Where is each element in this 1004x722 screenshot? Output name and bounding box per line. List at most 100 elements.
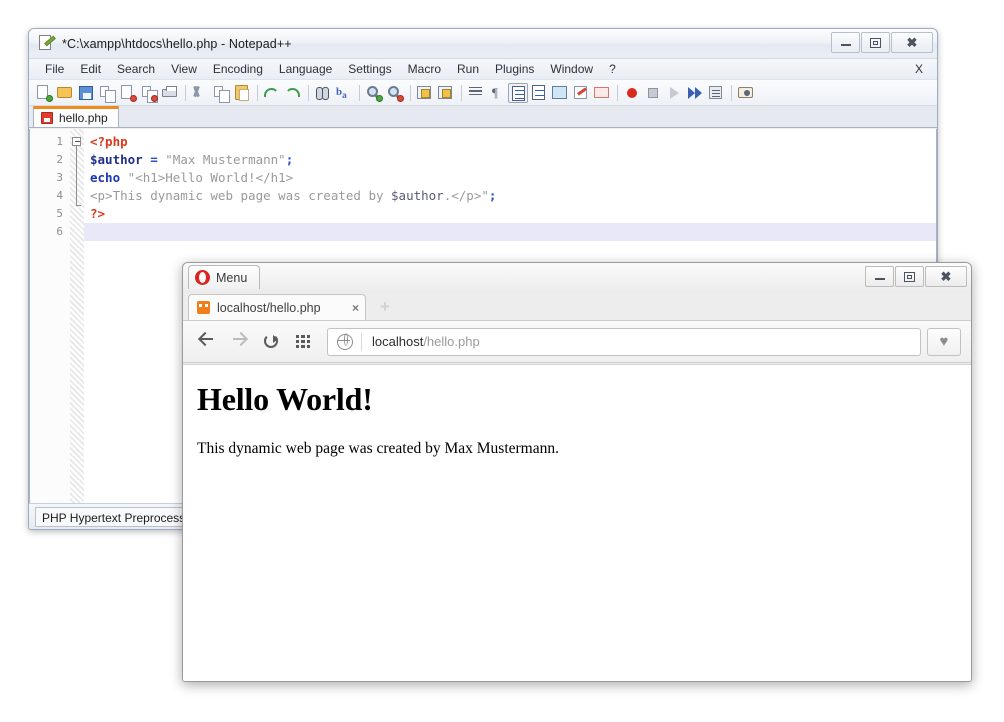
close-button[interactable]: ✖: [925, 266, 967, 287]
page-paragraph: This dynamic web page was created by Max…: [197, 440, 971, 458]
code-token: "<h1>Hello World!</h1>: [128, 170, 294, 185]
show-document-map-icon[interactable]: [550, 83, 570, 103]
cut-icon[interactable]: [190, 83, 210, 103]
forward-button[interactable]: [225, 328, 253, 356]
line-number: 5: [30, 205, 63, 223]
back-button[interactable]: [193, 328, 221, 356]
zoom-in-icon[interactable]: [364, 83, 384, 103]
code-token: ;: [489, 188, 497, 203]
toolbar-separator: [308, 85, 309, 101]
find-icon[interactable]: [313, 83, 333, 103]
menu-item-view[interactable]: View: [163, 60, 205, 79]
print-icon[interactable]: [160, 83, 180, 103]
address-host: localhost: [372, 334, 423, 349]
show-all-characters-icon[interactable]: ¶: [487, 83, 507, 103]
code-line[interactable]: $author = "Max Mustermann";: [84, 151, 936, 169]
paste-icon[interactable]: [232, 83, 252, 103]
zoom-out-icon[interactable]: [385, 83, 405, 103]
reload-icon: [264, 334, 278, 348]
line-number: 2: [30, 151, 63, 169]
save-icon[interactable]: [76, 83, 96, 103]
word-wrap-icon[interactable]: [466, 83, 486, 103]
close-button[interactable]: ✖: [891, 32, 933, 53]
record-macro-icon[interactable]: [622, 83, 642, 103]
menu-item-macro[interactable]: Macro: [400, 60, 449, 79]
notepad-titlebar[interactable]: *C:\xampp\htdocs\hello.php - Notepad++ ✖: [29, 29, 937, 59]
menu-item-encoding[interactable]: Encoding: [205, 60, 271, 79]
speed-dial-button[interactable]: [289, 328, 317, 356]
redo-icon[interactable]: [283, 83, 303, 103]
code-line[interactable]: <?php: [84, 133, 936, 151]
unsaved-file-icon: [41, 112, 53, 124]
tab-hello-php[interactable]: hello.php: [33, 106, 119, 127]
notepad-tabbar: hello.php: [29, 106, 937, 128]
sync-vertical-scroll-icon[interactable]: [415, 83, 435, 103]
code-token: $author: [391, 188, 444, 203]
play-macro-icon[interactable]: [664, 83, 684, 103]
run-macro-multiple-icon[interactable]: [685, 83, 705, 103]
close-document-button[interactable]: X: [915, 62, 923, 76]
notepad-title-text: *C:\xampp\htdocs\hello.php - Notepad++: [62, 37, 292, 51]
opera-menu-button[interactable]: Menu: [188, 265, 260, 289]
menu-item-run[interactable]: Run: [449, 60, 487, 79]
code-fold-gutter[interactable]: [70, 129, 84, 503]
code-line[interactable]: ?>: [84, 205, 936, 223]
menu-item-file[interactable]: File: [37, 60, 72, 79]
code-line[interactable]: <p>This dynamic web page was created by …: [84, 187, 936, 205]
menu-item-help[interactable]: ?: [601, 60, 624, 79]
undo-icon[interactable]: [262, 83, 282, 103]
browser-tab-title: localhost/hello.php: [217, 301, 344, 315]
save-macro-icon[interactable]: [706, 83, 726, 103]
line-number: 6: [30, 223, 63, 241]
show-folder-as-workspace-icon[interactable]: [592, 83, 612, 103]
menu-item-settings[interactable]: Settings: [340, 60, 399, 79]
new-file-icon[interactable]: [34, 83, 54, 103]
minimize-button[interactable]: [831, 32, 860, 53]
menu-item-edit[interactable]: Edit: [72, 60, 109, 79]
show-function-list-icon[interactable]: [571, 83, 591, 103]
bookmark-button[interactable]: ♥: [927, 328, 961, 356]
notepad-menubar: File Edit Search View Encoding Language …: [29, 59, 937, 80]
maximize-button[interactable]: [861, 32, 890, 53]
minimize-icon: [841, 39, 851, 46]
menu-item-search[interactable]: Search: [109, 60, 163, 79]
browser-tab-localhost[interactable]: localhost/hello.php ×: [188, 294, 366, 320]
status-language: PHP Hypertext Preprocesso: [35, 507, 195, 527]
menu-item-language[interactable]: Language: [271, 60, 340, 79]
reload-button[interactable]: [257, 328, 285, 356]
notepad-plus-plus-icon: [38, 35, 55, 52]
code-line[interactable]: echo "<h1>Hello World!</h1>: [84, 169, 936, 187]
user-defined-dialog-icon[interactable]: [529, 83, 549, 103]
minimize-button[interactable]: [865, 266, 894, 287]
close-file-icon[interactable]: [118, 83, 138, 103]
code-token: echo: [90, 170, 120, 185]
close-all-files-icon[interactable]: [139, 83, 159, 103]
menu-item-plugins[interactable]: Plugins: [487, 60, 542, 79]
web-page-content: Hello World! This dynamic web page was c…: [183, 364, 971, 681]
address-bar[interactable]: localhost/hello.php: [327, 328, 921, 356]
toolbar-separator: [617, 85, 618, 101]
fold-collapse-icon[interactable]: [72, 137, 81, 146]
replace-icon[interactable]: ba: [334, 83, 354, 103]
opera-browser-window[interactable]: Menu ✖ localhost/hello.php × + localhost…: [182, 262, 972, 682]
run-icon[interactable]: [736, 83, 756, 103]
close-tab-icon[interactable]: ×: [352, 301, 359, 315]
code-line[interactable]: [84, 223, 936, 241]
save-all-icon[interactable]: [97, 83, 117, 103]
maximize-icon: [870, 38, 881, 48]
maximize-button[interactable]: [895, 266, 924, 287]
tab-label: hello.php: [59, 111, 108, 125]
maximize-icon: [904, 272, 915, 282]
sync-horizontal-scroll-icon[interactable]: [436, 83, 456, 103]
notepad-toolbar: ba ¶: [29, 80, 937, 106]
indent-guide-icon[interactable]: [508, 83, 528, 103]
opera-titlebar[interactable]: Menu ✖: [183, 263, 971, 293]
stop-recording-icon[interactable]: [643, 83, 663, 103]
fold-range-line: [76, 146, 77, 206]
open-file-icon[interactable]: [55, 83, 75, 103]
toolbar-separator: [410, 85, 411, 101]
new-tab-button[interactable]: +: [372, 293, 398, 319]
line-number: 3: [30, 169, 63, 187]
copy-icon[interactable]: [211, 83, 231, 103]
menu-item-window[interactable]: Window: [542, 60, 601, 79]
